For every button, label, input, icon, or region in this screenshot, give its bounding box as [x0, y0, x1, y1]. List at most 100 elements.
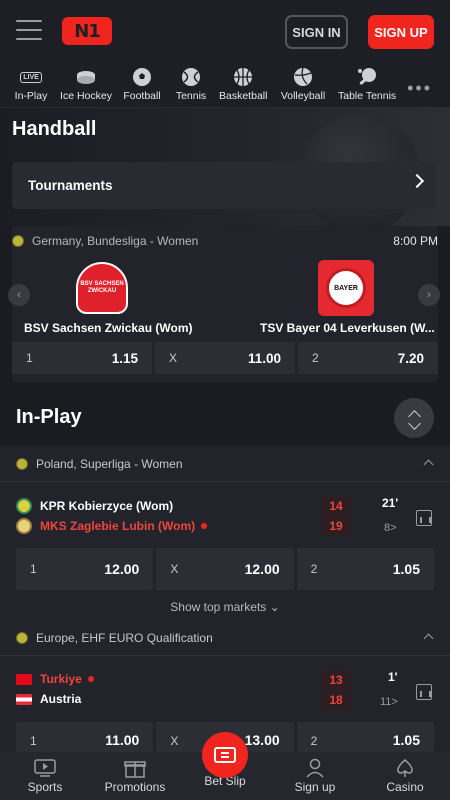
odds-away-button[interactable]: 2 1.05: [296, 722, 434, 752]
odds-away-button[interactable]: 2 7.20: [298, 342, 438, 374]
odds-label: X: [169, 351, 178, 365]
league-name: Europe, EHF EURO Qualification: [36, 630, 213, 645]
home-score: 14: [329, 499, 343, 513]
tournaments-button[interactable]: Tournaments: [12, 162, 436, 209]
sport-tab-label: Football: [123, 90, 161, 102]
brand-logo[interactable]: N1: [62, 17, 112, 45]
top-header: N1 SIGN IN SIGN UP: [0, 0, 450, 62]
show-more-label: Show top markets: [170, 600, 267, 614]
user-icon: [270, 756, 360, 780]
home-score: 13: [329, 673, 343, 687]
odds-value: 11.00: [247, 350, 281, 366]
sport-tab-table-tennis[interactable]: Table Tennis: [338, 66, 396, 102]
odds-label: 1: [26, 351, 33, 365]
odds-value: 12.00: [244, 561, 280, 577]
away-score: 19: [329, 519, 343, 533]
serving-indicator: [87, 676, 94, 682]
sport-tab-in-play[interactable]: LIVE In-Play: [14, 66, 48, 102]
more-sports-button[interactable]: •••: [407, 78, 432, 99]
league-name: Poland, Superliga - Women: [36, 456, 183, 471]
gift-icon: [90, 756, 180, 780]
chevron-down-icon: ⌄: [269, 600, 280, 614]
home-team-name: BSV Sachsen Zwickau (Wom): [24, 321, 193, 335]
menu-icon[interactable]: [16, 20, 42, 42]
sport-tab-label: Volleyball: [280, 90, 326, 102]
live-tv-icon: LIVE: [14, 66, 48, 88]
sign-in-button[interactable]: SIGN IN: [285, 15, 348, 49]
show-top-markets-button[interactable]: Show top markets ⌄: [0, 600, 450, 614]
nav-sign-up[interactable]: Sign up: [270, 756, 360, 794]
away-score: 18: [329, 693, 343, 707]
nav-label: Promotions: [104, 780, 166, 794]
turkiye-flag-icon: [16, 673, 32, 685]
sport-tab-football[interactable]: Football: [122, 66, 162, 102]
score-box: 14 19: [321, 496, 351, 536]
stats-icon[interactable]: [416, 684, 432, 700]
carousel-prev-button[interactable]: ‹: [8, 284, 30, 306]
team-crest-icon: [16, 498, 32, 514]
odds-draw-button[interactable]: X 12.00: [156, 548, 294, 590]
nav-label: Sports: [27, 780, 63, 794]
collapse-all-button[interactable]: [394, 398, 434, 438]
odds-label: 2: [310, 562, 318, 576]
league-header[interactable]: Poland, Superliga - Women: [0, 446, 450, 482]
featured-league: Germany, Bundesliga - Women: [12, 234, 198, 248]
sports-nav: LIVE In-Play Ice Hockey Football Tennis …: [0, 62, 450, 108]
nav-casino[interactable]: Casino: [360, 756, 450, 794]
austria-flag-icon: [16, 693, 32, 705]
odds-value: 12.00: [104, 561, 140, 577]
score-box: 13 18: [321, 670, 351, 710]
page-title: Handball: [12, 118, 97, 140]
nav-promotions[interactable]: Promotions: [90, 756, 180, 794]
sport-tab-label: Ice Hockey: [60, 90, 112, 102]
sign-up-button[interactable]: SIGN UP: [368, 15, 434, 49]
featured-odds: 1 1.15 X 11.00 2 7.20: [12, 342, 438, 374]
sport-tab-ice-hockey[interactable]: Ice Hockey: [60, 66, 112, 102]
nav-sports[interactable]: Sports: [0, 756, 90, 794]
odds-away-button[interactable]: 2 1.05: [296, 548, 434, 590]
more-markets-link[interactable]: 11>: [380, 696, 398, 708]
odds-home-button[interactable]: 1 1.15: [12, 342, 152, 374]
sport-tab-basketball[interactable]: Basketball: [219, 66, 267, 102]
spade-icon: [360, 756, 450, 780]
odds-draw-button[interactable]: X 11.00: [155, 342, 295, 374]
league-header[interactable]: Europe, EHF EURO Qualification: [0, 620, 450, 656]
more-markets-link[interactable]: 8>: [384, 522, 397, 534]
match-minute: 1': [388, 670, 398, 684]
match-minute: 21': [382, 496, 399, 510]
in-play-heading: In-Play: [16, 406, 82, 428]
away-team: Austria: [16, 692, 81, 706]
odds-value: 11.00: [105, 732, 140, 748]
odds-label: 1: [30, 734, 37, 748]
featured-match-card[interactable]: Germany, Bundesliga - Women 8:00 PM ‹ › …: [8, 226, 440, 382]
odds-home-button[interactable]: 1 11.00: [16, 722, 154, 752]
odds-label: X: [170, 562, 179, 576]
league-name: Germany, Bundesliga - Women: [32, 234, 199, 248]
sport-tab-volleyball[interactable]: Volleyball: [280, 66, 326, 102]
odds-label: 2: [310, 734, 318, 748]
live-badge: LIVE: [20, 71, 42, 83]
team-name: MKS Zaglebie Lubin (Wom): [40, 519, 196, 533]
live-match-row[interactable]: Turkiye Austria 13 18 1' 11>: [0, 656, 450, 716]
away-team-crest: BAYER: [318, 260, 374, 316]
match-odds: 1 12.00 X 12.00 2 1.05: [16, 548, 434, 590]
stats-icon[interactable]: [416, 510, 432, 526]
match-start-time: 8:00 PM: [393, 234, 438, 248]
carousel-next-button[interactable]: ›: [418, 284, 440, 306]
tennis-ball-icon: [174, 66, 208, 88]
sport-tab-tennis[interactable]: Tennis: [174, 66, 208, 102]
home-crest-text: BSV SACHSEN ZWICKAU: [76, 262, 128, 314]
serving-indicator: [201, 523, 208, 529]
sport-tab-label: In-Play: [14, 90, 48, 102]
puck-icon: [60, 66, 112, 88]
home-team: KPR Kobierzyce (Wom): [16, 498, 173, 514]
bet-slip-button[interactable]: [202, 732, 248, 778]
odds-label: X: [170, 734, 179, 748]
away-team: MKS Zaglebie Lubin (Wom): [16, 518, 208, 534]
sport-tab-label: Tennis: [175, 90, 207, 102]
odds-home-button[interactable]: 1 12.00: [16, 548, 154, 590]
handball-icon: [16, 457, 28, 470]
live-match-row[interactable]: KPR Kobierzyce (Wom) MKS Zaglebie Lubin …: [0, 482, 450, 542]
soccer-ball-icon: [122, 66, 162, 88]
odds-label: 2: [312, 351, 319, 365]
